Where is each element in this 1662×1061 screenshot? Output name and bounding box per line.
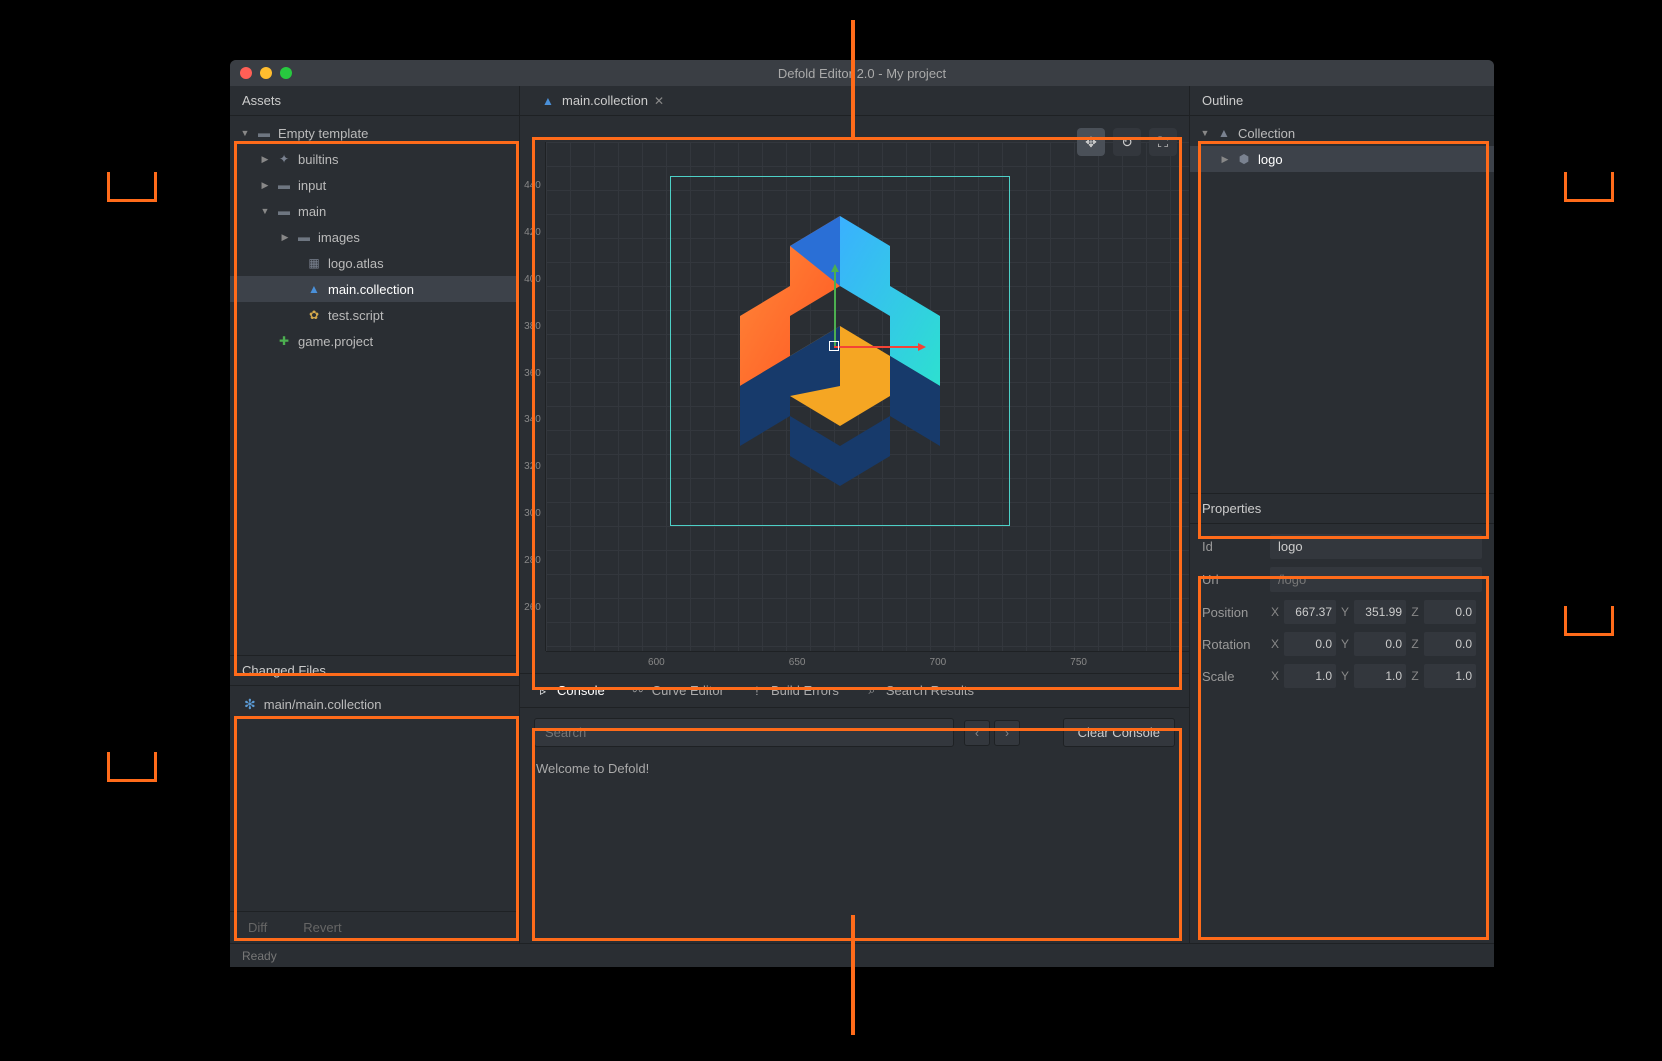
- tab-main-collection[interactable]: ▲main.collection✕: [530, 86, 674, 115]
- revert-button[interactable]: Revert: [285, 912, 359, 943]
- gear-icon: ✿: [306, 307, 322, 323]
- folder-icon: ▬: [296, 229, 312, 245]
- scale-x-input[interactable]: [1284, 664, 1336, 688]
- close-icon[interactable]: [240, 67, 252, 79]
- puzzle-icon: ✦: [276, 151, 292, 167]
- status-bar: Ready: [230, 943, 1494, 967]
- changed-list: ✻main/main.collection: [230, 686, 519, 911]
- folder-icon: ▬: [276, 177, 292, 193]
- diff-button[interactable]: Diff: [230, 912, 285, 943]
- collection-icon: ▲: [1216, 125, 1232, 141]
- collection-icon: ▲: [540, 93, 556, 109]
- outline-root[interactable]: ▼▲Collection: [1190, 120, 1494, 146]
- prop-url-label: Url: [1202, 572, 1262, 587]
- collection-icon: ▲: [306, 281, 322, 297]
- pos-z-input[interactable]: [1424, 600, 1476, 624]
- prev-button[interactable]: ‹: [964, 720, 990, 746]
- tree-item-images[interactable]: ▶▬images: [230, 224, 519, 250]
- tab-console[interactable]: ▹Console: [536, 683, 605, 698]
- assets-tree: ▼▬Empty template ▶✦builtins ▶▬input ▼▬ma…: [230, 116, 519, 655]
- console-icon: ▹: [536, 684, 550, 698]
- changed-item[interactable]: ✻main/main.collection: [230, 692, 519, 717]
- move-tool-button[interactable]: ✥: [1077, 128, 1105, 156]
- clear-console-button[interactable]: Clear Console: [1063, 718, 1175, 747]
- console-search-input[interactable]: [534, 718, 954, 747]
- ruler-vertical: 260280300320340360380400420440: [520, 142, 546, 651]
- scale-z-input[interactable]: [1424, 664, 1476, 688]
- search-icon: ⌕: [865, 684, 879, 698]
- tree-item-main[interactable]: ▼▬main: [230, 198, 519, 224]
- tab-curve-editor[interactable]: 〰Curve Editor: [631, 683, 724, 698]
- prop-id-input[interactable]: [1270, 534, 1482, 559]
- prop-id-label: Id: [1202, 539, 1262, 554]
- next-button[interactable]: ›: [994, 720, 1020, 746]
- rotate-tool-button[interactable]: ↻: [1113, 128, 1141, 156]
- modified-icon: ✻: [244, 696, 256, 713]
- console-message: Welcome to Defold!: [520, 757, 1189, 780]
- scene-viewport[interactable]: 260280300320340360380400420440 600650700…: [520, 116, 1189, 673]
- tree-item-script[interactable]: ✿test.script: [230, 302, 519, 328]
- zoom-icon[interactable]: [280, 67, 292, 79]
- tree-item-input[interactable]: ▶▬input: [230, 172, 519, 198]
- gizmo-center[interactable]: [829, 341, 839, 351]
- prop-scale-label: Scale: [1202, 669, 1262, 684]
- tree-item-builtins[interactable]: ▶✦builtins: [230, 146, 519, 172]
- ruler-horizontal: 600650700750: [546, 651, 1189, 673]
- curve-icon: 〰: [631, 684, 645, 698]
- tab-build-errors[interactable]: !Build Errors: [750, 683, 839, 698]
- tree-item-atlas[interactable]: ▦logo.atlas: [230, 250, 519, 276]
- gameproject-icon: ✚: [276, 333, 292, 349]
- scale-y-input[interactable]: [1354, 664, 1406, 688]
- close-tab-icon[interactable]: ✕: [654, 94, 664, 108]
- prop-url-input: [1270, 567, 1482, 592]
- pos-x-input[interactable]: [1284, 600, 1336, 624]
- tree-root[interactable]: ▼▬Empty template: [230, 120, 519, 146]
- assets-header: Assets: [230, 86, 519, 116]
- tree-item-collection[interactable]: ▲main.collection: [230, 276, 519, 302]
- minimize-icon[interactable]: [260, 67, 272, 79]
- folder-icon: ▬: [276, 203, 292, 219]
- atlas-icon: ▦: [306, 255, 322, 271]
- window-title: Defold Editor 2.0 - My project: [778, 66, 946, 81]
- tree-item-gameproject[interactable]: ✚game.project: [230, 328, 519, 354]
- pos-y-input[interactable]: [1354, 600, 1406, 624]
- properties-header: Properties: [1190, 494, 1494, 524]
- gameobject-icon: ⬢: [1236, 151, 1252, 167]
- editor-window: Defold Editor 2.0 - My project Assets ▼▬…: [230, 60, 1494, 967]
- tab-search-results[interactable]: ⌕Search Results: [865, 683, 974, 698]
- scale-tool-button[interactable]: ⛶: [1149, 128, 1177, 156]
- error-icon: !: [750, 684, 764, 698]
- outline-header: Outline: [1190, 86, 1494, 116]
- rot-x-input[interactable]: [1284, 632, 1336, 656]
- gizmo-y-axis[interactable]: [834, 266, 836, 346]
- titlebar: Defold Editor 2.0 - My project: [230, 60, 1494, 86]
- rot-y-input[interactable]: [1354, 632, 1406, 656]
- outline-item-logo[interactable]: ▶⬢logo: [1190, 146, 1494, 172]
- changed-header: Changed Files: [230, 656, 519, 686]
- folder-icon: ▬: [256, 125, 272, 141]
- rot-z-input[interactable]: [1424, 632, 1476, 656]
- prop-position-label: Position: [1202, 605, 1262, 620]
- prop-rotation-label: Rotation: [1202, 637, 1262, 652]
- gizmo-x-axis[interactable]: [834, 346, 924, 348]
